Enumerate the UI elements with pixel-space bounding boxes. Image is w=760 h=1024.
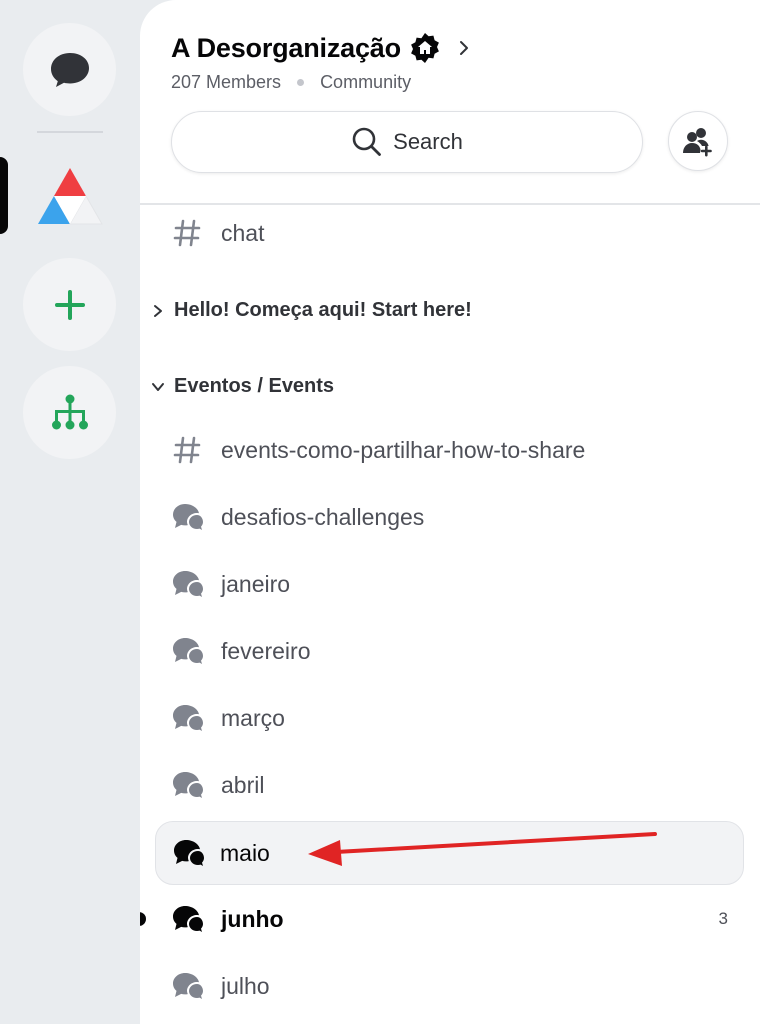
hierarchy-icon — [51, 394, 88, 429]
channel-name: abril — [221, 771, 265, 798]
community-badge-icon — [410, 33, 439, 63]
forum-icon — [170, 567, 204, 601]
channel-name: chat — [221, 219, 265, 246]
plus-icon — [54, 289, 85, 320]
channel-item-maio[interactable]: maio — [155, 821, 744, 885]
category-label: Eventos / Events — [174, 375, 335, 397]
forum-icon — [170, 634, 204, 668]
channel-item-janeiro[interactable]: janeiro — [140, 559, 760, 609]
chevron-right-icon — [459, 41, 468, 55]
server-name: A Desorganização — [171, 32, 401, 63]
channel-item-events-como-partilhar[interactable]: events-como-partilhar-how-to-share — [140, 425, 760, 475]
forum-icon — [171, 836, 205, 870]
selected-server-indicator — [0, 157, 8, 234]
chevron-right-icon — [150, 304, 166, 318]
channel-item-desafios[interactable]: desafios-challenges — [140, 492, 760, 542]
channel-item-fevereiro[interactable]: fevereiro — [140, 626, 760, 676]
channel-name: janeiro — [221, 570, 291, 597]
channel-name: junho — [221, 905, 284, 932]
channel-item-abril[interactable]: abril — [140, 760, 760, 810]
category-hello[interactable]: Hello! Começa aqui! Start here! — [150, 299, 472, 322]
forum-icon — [170, 969, 204, 1003]
server-header: A Desorganização 207 Members Community S… — [140, 0, 760, 205]
channel-name: fevereiro — [221, 637, 311, 664]
search-label: Search — [393, 129, 463, 154]
meta-separator-dot — [297, 79, 305, 86]
channel-name: maio — [220, 839, 270, 866]
add-user-icon — [683, 128, 712, 157]
forum-icon — [170, 768, 204, 802]
search-button[interactable]: Search — [171, 111, 643, 173]
channel-item-chat[interactable]: chat — [140, 208, 760, 258]
chevron-down-icon — [150, 381, 166, 393]
server-rail — [0, 0, 140, 1024]
channel-name: julho — [221, 972, 270, 999]
direct-messages-button[interactable] — [23, 23, 116, 116]
forum-icon — [170, 701, 204, 735]
thread-count-badge: 3 — [718, 909, 728, 928]
search-icon — [352, 127, 382, 156]
server-icon-a-desorganizacao[interactable] — [36, 166, 104, 226]
discover-servers-button[interactable] — [23, 366, 116, 459]
forum-icon — [170, 902, 204, 936]
chat-bubble-icon — [50, 52, 89, 87]
channel-name: events-como-partilhar-how-to-share — [221, 436, 586, 463]
server-type: Community — [320, 72, 412, 92]
category-eventos[interactable]: Eventos / Events — [150, 375, 334, 398]
channel-panel: A Desorganização 207 Members Community S… — [140, 0, 760, 1024]
channel-item-junho[interactable]: junho 3 — [140, 894, 760, 944]
server-meta: 207 Members Community — [171, 72, 411, 93]
forum-icon — [170, 500, 204, 534]
category-label: Hello! Começa aqui! Start here! — [174, 299, 472, 321]
hashtag-icon — [170, 433, 204, 467]
hashtag-icon — [170, 216, 204, 250]
triangle-logo-icon — [38, 168, 103, 225]
member-count: 207 Members — [171, 72, 282, 92]
channel-name: março — [221, 704, 285, 731]
add-server-button[interactable] — [23, 258, 116, 351]
rail-separator — [37, 131, 103, 133]
channel-item-marco[interactable]: março — [140, 693, 760, 743]
channel-name: desafios-challenges — [221, 503, 425, 530]
invite-members-button[interactable] — [668, 111, 728, 171]
server-name-button[interactable]: A Desorganização — [171, 32, 473, 64]
channel-item-julho[interactable]: julho — [140, 961, 760, 1011]
unread-indicator — [140, 912, 146, 926]
